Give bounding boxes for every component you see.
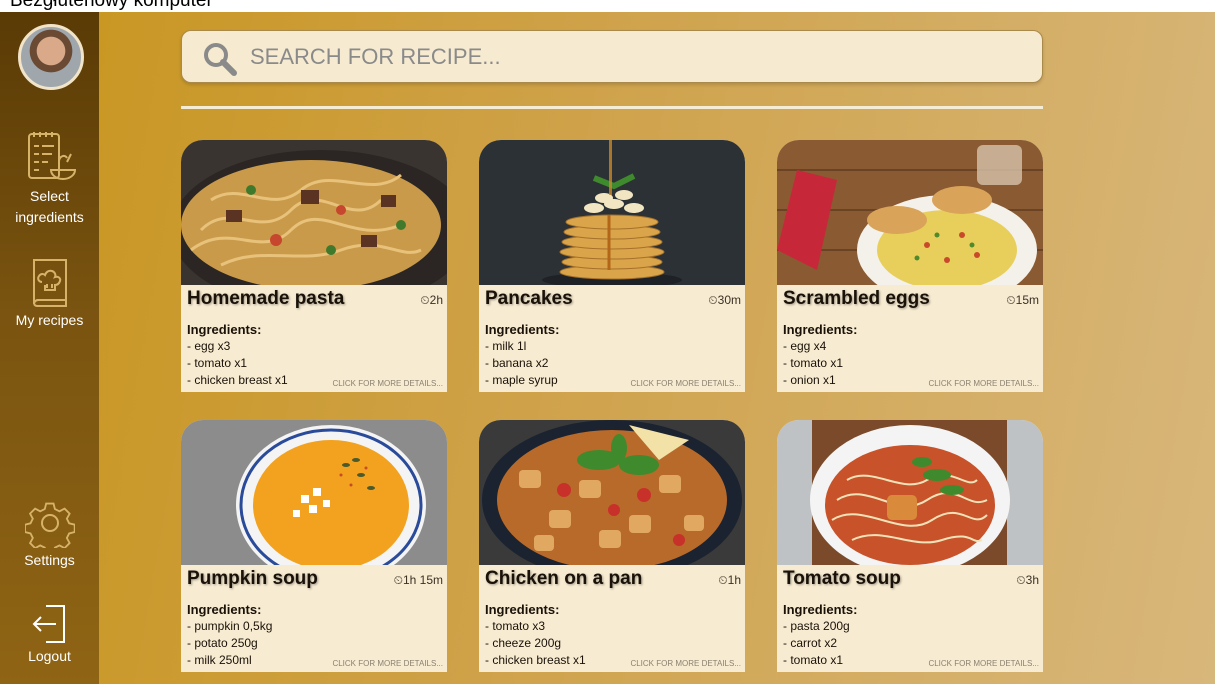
recipe-title: Pancakes bbox=[485, 288, 573, 309]
more-details-link[interactable]: CLICK FOR MORE DETAILS... bbox=[928, 659, 1039, 668]
list-item: - tomato x3 bbox=[485, 619, 546, 633]
sidebar-item-label: Logout bbox=[28, 648, 71, 664]
sidebar-item-logout[interactable]: Logout bbox=[0, 602, 99, 667]
recipe-image bbox=[777, 140, 1043, 285]
more-details-link[interactable]: CLICK FOR MORE DETAILS... bbox=[332, 659, 443, 668]
sidebar-item-label: Select ingredients bbox=[15, 188, 84, 225]
recipe-image bbox=[777, 420, 1043, 565]
list-item: - milk 1l bbox=[485, 339, 527, 353]
list-item: - egg x3 bbox=[187, 339, 231, 353]
cook-time: ⏲30m bbox=[708, 293, 741, 307]
recipe-card-scrambled-eggs[interactable]: Scrambled eggs ⏲15m Ingredients: - egg x… bbox=[777, 140, 1043, 392]
cook-time: ⏲1h bbox=[718, 573, 741, 587]
list-item: - chicken breast x1 bbox=[187, 373, 288, 387]
ingredients-list: - egg x4 - tomato x1 - onion x1 bbox=[783, 338, 843, 389]
cook-time: ⏲1h 15m bbox=[393, 573, 443, 587]
cook-time: ⏲15m bbox=[1006, 293, 1039, 307]
search-bar bbox=[181, 30, 1043, 83]
ingredients-list: - pumpkin 0,5kg - potato 250g - milk 250… bbox=[187, 618, 272, 669]
avatar[interactable] bbox=[18, 24, 84, 90]
timer-icon: ⏲ bbox=[1006, 293, 1016, 307]
divider bbox=[181, 106, 1043, 109]
ingredients-list-icon bbox=[27, 132, 76, 180]
list-item: - cheeze 200g bbox=[485, 636, 562, 650]
list-item: - chicken breast x1 bbox=[485, 653, 586, 667]
recipe-card-chicken-on-a-pan[interactable]: Chicken on a pan ⏲1h Ingredients: - toma… bbox=[479, 420, 745, 672]
recipe-title: Scrambled eggs bbox=[783, 288, 930, 309]
recipe-image bbox=[181, 420, 447, 565]
recipe-title: Homemade pasta bbox=[187, 288, 345, 309]
sidebar-item-label: Settings bbox=[24, 552, 75, 568]
list-item: - pasta 200g bbox=[783, 619, 850, 633]
search-input[interactable] bbox=[248, 39, 1012, 75]
recipe-image bbox=[479, 420, 745, 565]
list-item: - onion x1 bbox=[783, 373, 836, 387]
timer-icon: ⏲ bbox=[708, 293, 718, 307]
sidebar-item-select-ingredients[interactable]: Select ingredients bbox=[0, 126, 99, 228]
sidebar-item-label: My recipes bbox=[15, 312, 84, 328]
ingredients-list: - egg x3 - tomato x1 - chicken breast x1 bbox=[187, 338, 288, 389]
recipe-title: Pumpkin soup bbox=[187, 568, 318, 589]
more-details-link[interactable]: CLICK FOR MORE DETAILS... bbox=[630, 379, 741, 388]
ingredients-heading: Ingredients: bbox=[187, 602, 262, 617]
timer-icon: ⏲ bbox=[393, 573, 403, 587]
recipe-card-pumpkin-soup[interactable]: Pumpkin soup ⏲1h 15m Ingredients: - pump… bbox=[181, 420, 447, 672]
ingredients-heading: Ingredients: bbox=[783, 602, 858, 617]
ingredients-heading: Ingredients: bbox=[783, 322, 858, 337]
header-cut-text: Bezgłutenowy komputer bbox=[10, 0, 213, 11]
list-item: - carrot x2 bbox=[783, 636, 838, 650]
recipe-title: Tomato soup bbox=[783, 568, 901, 589]
logout-icon bbox=[32, 605, 65, 643]
ingredients-list: - milk 1l - banana x2 - maple syrup bbox=[485, 338, 558, 389]
sidebar-item-settings[interactable]: Settings bbox=[0, 498, 99, 571]
list-item: - maple syrup bbox=[485, 373, 558, 387]
recipe-title: Chicken on a pan bbox=[485, 568, 643, 589]
more-details-link[interactable]: CLICK FOR MORE DETAILS... bbox=[332, 379, 443, 388]
ingredients-list: - tomato x3 - cheeze 200g - chicken brea… bbox=[485, 618, 586, 669]
recipe-image bbox=[181, 140, 447, 285]
list-item: - tomato x1 bbox=[783, 356, 844, 370]
timer-icon: ⏲ bbox=[420, 293, 430, 307]
recipe-card-pancakes[interactable]: Pancakes ⏲30m Ingredients: - milk 1l - b… bbox=[479, 140, 745, 392]
list-item: - egg x4 bbox=[783, 339, 827, 353]
more-details-link[interactable]: CLICK FOR MORE DETAILS... bbox=[630, 659, 741, 668]
timer-icon: ⏲ bbox=[718, 573, 728, 587]
list-item: - pumpkin 0,5kg bbox=[187, 619, 273, 633]
ingredients-heading: Ingredients: bbox=[485, 602, 560, 617]
recipe-book-icon bbox=[32, 259, 67, 308]
recipe-card-tomato-soup[interactable]: Tomato soup ⏲3h Ingredients: - pasta 200… bbox=[777, 420, 1043, 672]
ingredients-heading: Ingredients: bbox=[485, 322, 560, 337]
sidebar-item-my-recipes[interactable]: My recipes bbox=[0, 254, 99, 331]
list-item: - milk 250ml bbox=[187, 653, 252, 667]
sidebar: Select ingredients My recipes Settings L… bbox=[0, 12, 99, 684]
list-item: - banana x2 bbox=[485, 356, 549, 370]
ingredients-heading: Ingredients: bbox=[187, 322, 262, 337]
more-details-link[interactable]: CLICK FOR MORE DETAILS... bbox=[928, 379, 1039, 388]
recipe-card-homemade-pasta[interactable]: Homemade pasta ⏲2h Ingredients: - egg x3… bbox=[181, 140, 447, 392]
timer-icon: ⏲ bbox=[1016, 573, 1026, 587]
gear-icon bbox=[24, 502, 75, 548]
list-item: - tomato x1 bbox=[783, 653, 844, 667]
ingredients-list: - pasta 200g - carrot x2 - tomato x1 bbox=[783, 618, 850, 669]
list-item: - potato 250g bbox=[187, 636, 258, 650]
app-window: Select ingredients My recipes Settings L… bbox=[0, 12, 1215, 684]
list-item: - tomato x1 bbox=[187, 356, 248, 370]
search-icon[interactable] bbox=[202, 41, 238, 77]
cook-time: ⏲3h bbox=[1016, 573, 1039, 587]
header-cut-text-strip: Bezgłutenowy komputer bbox=[0, 0, 1215, 12]
recipe-image bbox=[479, 140, 745, 285]
cook-time: ⏲2h bbox=[420, 293, 443, 307]
